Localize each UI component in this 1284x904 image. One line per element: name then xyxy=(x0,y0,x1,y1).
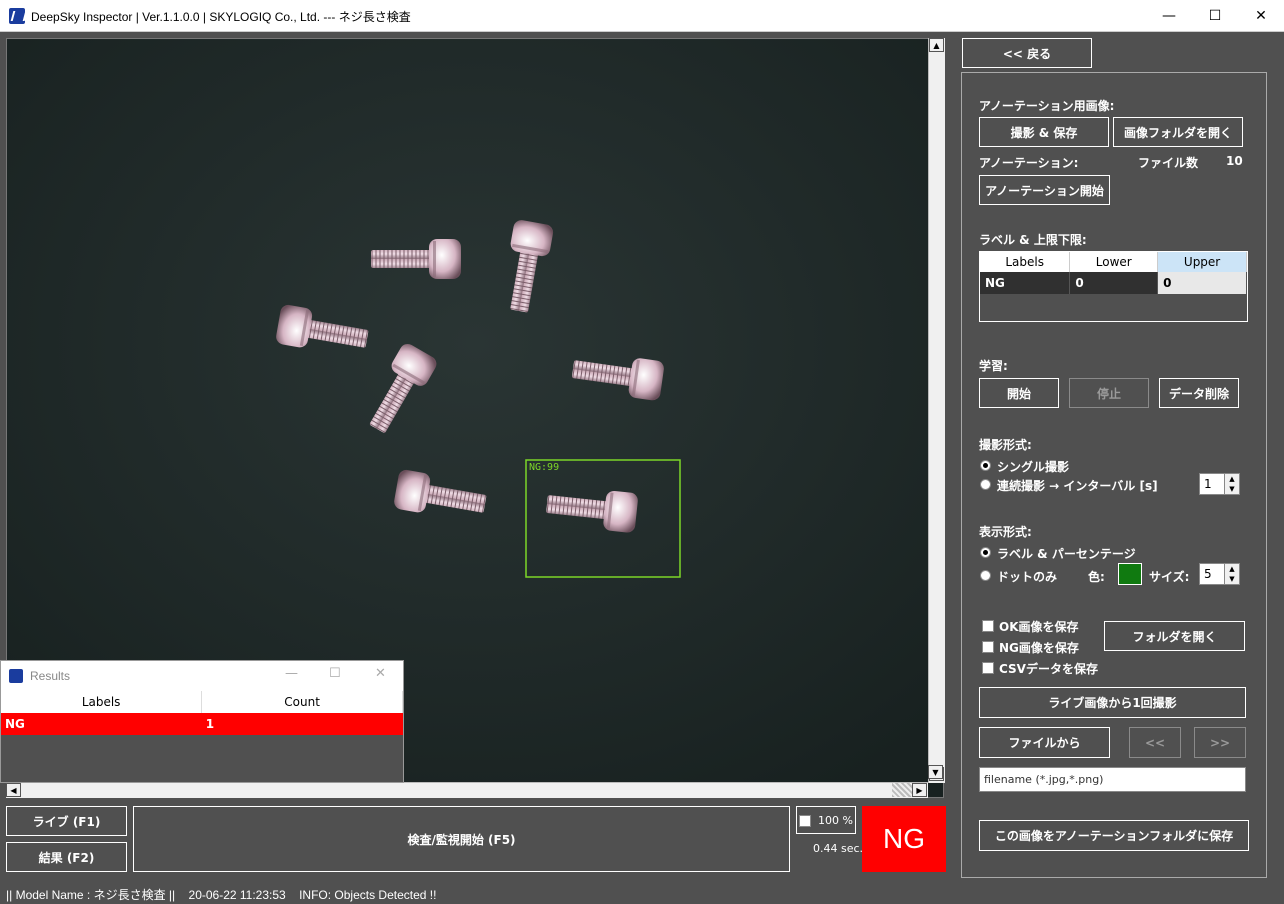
continuous-capture-label: 連続撮影 → インターバル [s] xyxy=(997,479,1158,493)
from-file-button[interactable]: ファイルから xyxy=(979,727,1110,758)
size-label: サイズ: xyxy=(1149,570,1190,584)
capture-once-button[interactable]: ライブ画像から1回撮影 xyxy=(979,687,1246,718)
resize-grip[interactable] xyxy=(892,783,912,797)
file-count-value: 10 xyxy=(1226,154,1243,168)
save-to-annotation-button[interactable]: この画像をアノーテーションフォルダに保存 xyxy=(979,820,1249,851)
dots-only-label: ドットのみ xyxy=(997,570,1058,584)
label-percentage-radio[interactable] xyxy=(980,547,991,558)
results-close-button[interactable]: ✕ xyxy=(375,666,386,681)
label-percentage-label: ラベル & パーセンテージ xyxy=(997,547,1136,561)
scroll-left-icon[interactable]: ◀ xyxy=(6,783,21,797)
save-ok-label: OK画像を保存 xyxy=(999,620,1079,634)
save-csv-label: CSVデータを保存 xyxy=(999,662,1098,676)
elapsed-time: 0.44 sec. xyxy=(813,842,864,855)
annotation-heading: アノーテーション: xyxy=(979,156,1079,170)
interval-stepper[interactable]: 1 ▲ ▼ xyxy=(1199,473,1240,495)
status-bar: || Model Name : ネジ長さ検査 || 20-06-22 11:23… xyxy=(0,882,1284,904)
results-title: Results xyxy=(30,669,71,683)
save-ng-checkbox[interactable] xyxy=(982,641,994,653)
inspect-start-button[interactable]: 検査/監視開始 (F5) xyxy=(133,806,790,872)
delete-data-button[interactable]: データ削除 xyxy=(1159,378,1239,408)
save-ng-label: NG画像を保存 xyxy=(999,641,1079,655)
results-cell-count: 1 xyxy=(201,713,403,735)
minimize-button[interactable]: — xyxy=(1146,0,1192,32)
capture-mode-heading: 撮影形式: xyxy=(979,438,1032,452)
stepper-up-icon[interactable]: ▲ xyxy=(1229,565,1234,573)
maximize-button[interactable]: ☐ xyxy=(1192,0,1238,32)
table-row[interactable]: NG 0 0 xyxy=(980,272,1247,294)
scroll-down-icon-2[interactable]: ▼ xyxy=(928,765,943,779)
title-bar: DeepSky Inspector | Ver.1.1.0.0 | SKYLOG… xyxy=(0,0,1284,32)
interval-value: 1 xyxy=(1204,477,1212,491)
dot-color-swatch[interactable] xyxy=(1118,563,1142,585)
label-limits-table[interactable]: Labels Lower Upper NG 0 0 xyxy=(979,251,1248,322)
status-datetime: 20-06-22 11:23:53 xyxy=(188,888,286,902)
stepper-down-icon[interactable]: ▼ xyxy=(1229,485,1234,493)
col-lower[interactable]: Lower xyxy=(1069,252,1159,272)
capture-save-button[interactable]: 撮影 & 保存 xyxy=(979,117,1109,147)
results-col-count[interactable]: Count xyxy=(201,691,403,713)
display-mode-heading: 表示形式: xyxy=(979,525,1032,539)
back-button[interactable]: << 戻る xyxy=(962,38,1092,68)
live-button[interactable]: ライブ (F1) xyxy=(6,806,127,836)
results-table: Labels Count NG 1 xyxy=(1,691,403,735)
results-title-bar: Results — ☐ ✕ xyxy=(1,661,403,691)
results-cell-label: NG xyxy=(1,713,202,735)
save-csv-checkbox[interactable] xyxy=(982,662,994,674)
cell-upper[interactable]: 0 xyxy=(1157,272,1247,294)
learning-start-button[interactable]: 開始 xyxy=(979,378,1059,408)
open-folder-button[interactable]: フォルダを開く xyxy=(1104,621,1245,651)
verdict-indicator: NG xyxy=(862,806,946,872)
results-app-icon xyxy=(9,669,23,683)
app-logo-icon xyxy=(9,8,25,24)
save-ok-checkbox[interactable] xyxy=(982,620,994,632)
col-labels[interactable]: Labels xyxy=(980,252,1071,272)
size-value: 5 xyxy=(1204,567,1212,581)
scroll-up-icon[interactable]: ▲ xyxy=(929,38,944,52)
col-upper[interactable]: Upper xyxy=(1157,252,1247,272)
continuous-capture-radio[interactable] xyxy=(980,479,991,490)
zoom-toggle[interactable]: 100 % xyxy=(796,806,856,834)
zoom-checkbox[interactable] xyxy=(799,815,811,827)
dots-only-radio[interactable] xyxy=(980,570,991,581)
results-minimize-button[interactable]: — xyxy=(285,666,298,681)
annotation-image-heading: アノーテーション用画像: xyxy=(979,99,1115,113)
status-model: || Model Name : ネジ長さ検査 || xyxy=(6,888,176,902)
learning-heading: 学習: xyxy=(979,359,1008,373)
scroll-right-icon[interactable]: ▶ xyxy=(912,783,927,797)
results-maximize-button[interactable]: ☐ xyxy=(329,666,341,681)
results-col-labels[interactable]: Labels xyxy=(1,691,203,713)
stepper-down-icon[interactable]: ▼ xyxy=(1229,575,1234,583)
zoom-label: 100 % xyxy=(818,814,853,827)
window-title: DeepSky Inspector | Ver.1.1.0.0 | SKYLOG… xyxy=(31,10,411,24)
detection-label: NG:99 xyxy=(529,462,559,473)
cell-label[interactable]: NG xyxy=(980,272,1071,294)
annotation-start-button[interactable]: アノーテーション開始 xyxy=(979,175,1110,205)
close-button[interactable]: ✕ xyxy=(1238,0,1284,32)
learning-stop-button[interactable]: 停止 xyxy=(1069,378,1149,408)
single-capture-label: シングル撮影 xyxy=(997,460,1070,474)
size-stepper[interactable]: 5 ▲ ▼ xyxy=(1199,563,1240,585)
filename-field[interactable]: filename (*.jpg,*.png) xyxy=(979,767,1246,792)
stepper-up-icon[interactable]: ▲ xyxy=(1229,475,1234,483)
color-label: 色: xyxy=(1088,570,1105,584)
horizontal-scrollbar[interactable]: ◀ ▶ xyxy=(6,782,928,798)
single-capture-radio[interactable] xyxy=(980,460,991,471)
open-image-folder-button[interactable]: 画像フォルダを開く xyxy=(1113,117,1243,147)
file-count-label: ファイル数 xyxy=(1138,156,1199,170)
prev-image-button[interactable]: << xyxy=(1129,727,1181,758)
cell-lower[interactable]: 0 xyxy=(1069,272,1159,294)
vertical-scrollbar[interactable]: ▲ ▼ xyxy=(928,38,945,783)
label-limits-heading: ラベル & 上限下限: xyxy=(979,233,1087,247)
next-image-button[interactable]: >> xyxy=(1194,727,1246,758)
result-button[interactable]: 結果 (F2) xyxy=(6,842,127,872)
results-window[interactable]: Results — ☐ ✕ Labels Count NG 1 xyxy=(0,660,404,783)
table-row[interactable]: NG 1 xyxy=(1,713,403,735)
status-info: INFO: Objects Detected !! xyxy=(299,888,437,902)
